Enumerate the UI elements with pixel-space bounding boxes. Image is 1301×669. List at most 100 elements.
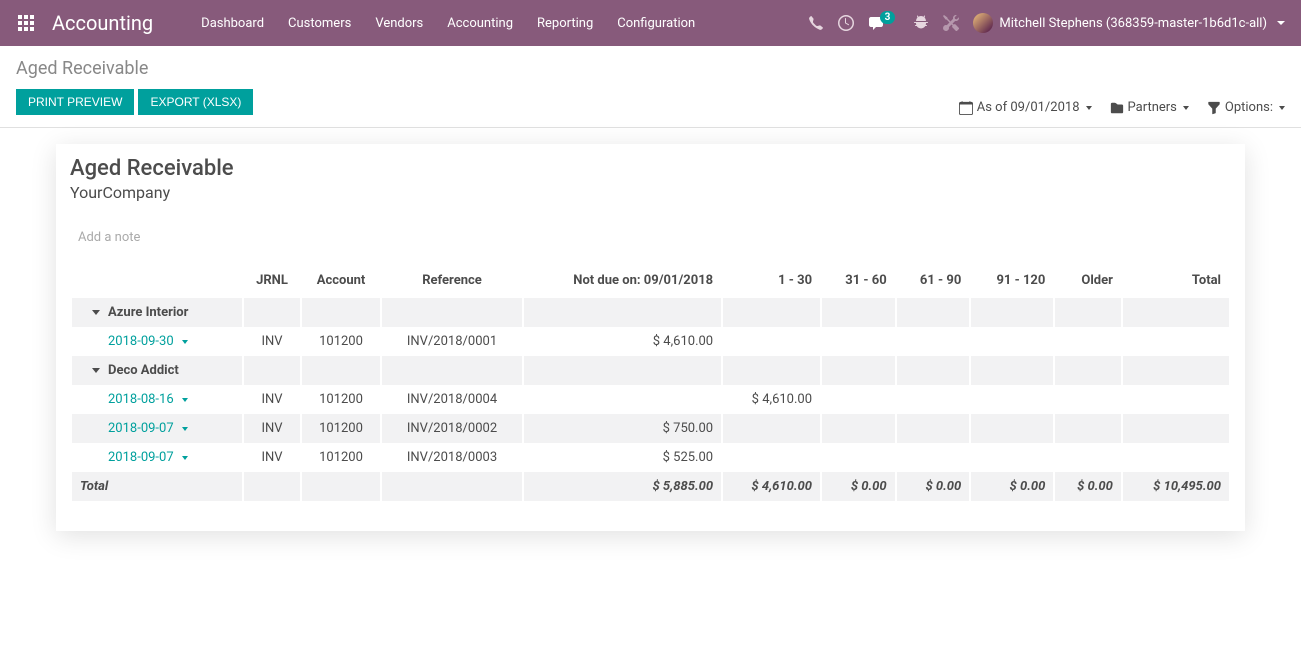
- cell-not-due: $ 750.00: [524, 414, 721, 443]
- navbar: Accounting Dashboard Customers Vendors A…: [0, 0, 1301, 46]
- partner-row[interactable]: Deco Addict: [72, 356, 1229, 385]
- caret-down-icon: [1277, 21, 1285, 25]
- caret-down-icon: [182, 427, 188, 431]
- total-label: Total: [72, 472, 242, 501]
- calendar-icon: [959, 101, 973, 115]
- cell-jrnl: INV: [244, 385, 300, 414]
- date-link[interactable]: 2018-09-07: [108, 421, 174, 436]
- nav-configuration[interactable]: Configuration: [605, 4, 707, 43]
- app-brand[interactable]: Accounting: [44, 11, 169, 35]
- filter-date[interactable]: As of 09/01/2018: [959, 100, 1092, 115]
- cell-reference: INV/2018/0001: [382, 327, 522, 356]
- table-row: 2018-09-07 INV 101200 INV/2018/0003 $ 52…: [72, 443, 1229, 472]
- cell-91-120: [971, 327, 1053, 356]
- cell-total: [1123, 327, 1229, 356]
- report-card: Aged Receivable YourCompany Add a note J…: [56, 144, 1245, 531]
- date-link[interactable]: 2018-09-07: [108, 450, 174, 465]
- print-preview-button[interactable]: PRINT PREVIEW: [16, 89, 134, 115]
- cell-61-90: [897, 414, 970, 443]
- caret-down-icon: [1279, 106, 1285, 110]
- cell-not-due: $ 525.00: [524, 443, 721, 472]
- nav-dashboard[interactable]: Dashboard: [189, 4, 276, 43]
- cell-61-90: [897, 385, 970, 414]
- th-name: [72, 263, 242, 298]
- cell-31-60: [822, 443, 895, 472]
- cell-account: 101200: [302, 385, 380, 414]
- cell-not-due: [524, 385, 721, 414]
- total-61-90: $ 0.00: [897, 472, 970, 501]
- filter-options[interactable]: Options:: [1207, 100, 1285, 115]
- cell-31-60: [822, 327, 895, 356]
- cell-1-30: [723, 443, 820, 472]
- cell-reference: INV/2018/0003: [382, 443, 522, 472]
- cell-1-30: [723, 327, 820, 356]
- bug-icon[interactable]: [913, 15, 929, 31]
- nav-menu: Dashboard Customers Vendors Accounting R…: [189, 4, 808, 43]
- table-row: 2018-09-07 INV 101200 INV/2018/0002 $ 75…: [72, 414, 1229, 443]
- user-name: Mitchell Stephens (368359-master-1b6d1c-…: [999, 16, 1267, 31]
- cell-account: 101200: [302, 443, 380, 472]
- breadcrumb: Aged Receivable: [16, 58, 1285, 79]
- apps-icon[interactable]: [8, 15, 44, 31]
- caret-down-icon: [1086, 106, 1092, 110]
- user-menu[interactable]: Mitchell Stephens (368359-master-1b6d1c-…: [973, 13, 1285, 33]
- cell-jrnl: INV: [244, 327, 300, 356]
- clock-icon[interactable]: [838, 15, 854, 31]
- filter-partners[interactable]: Partners: [1110, 100, 1189, 115]
- export-xlsx-button[interactable]: EXPORT (XLSX): [138, 89, 253, 115]
- th-1-30: 1 - 30: [723, 263, 820, 298]
- total-total: $ 10,495.00: [1123, 472, 1229, 501]
- cell-1-30: $ 4,610.00: [723, 385, 820, 414]
- add-note-input[interactable]: Add a note: [70, 230, 1231, 245]
- total-row: Total$ 5,885.00$ 4,610.00$ 0.00$ 0.00$ 0…: [72, 472, 1229, 501]
- cell-reference: INV/2018/0002: [382, 414, 522, 443]
- messages-icon[interactable]: 3: [868, 15, 900, 31]
- cell-account: 101200: [302, 414, 380, 443]
- total-1-30: $ 4,610.00: [723, 472, 820, 501]
- th-reference: Reference: [382, 263, 522, 298]
- cell-jrnl: INV: [244, 414, 300, 443]
- avatar: [973, 13, 993, 33]
- table-row: 2018-08-16 INV 101200 INV/2018/0004 $ 4,…: [72, 385, 1229, 414]
- cell-older: [1055, 443, 1121, 472]
- th-61-90: 61 - 90: [897, 263, 970, 298]
- date-link[interactable]: 2018-08-16: [108, 392, 174, 407]
- caret-down-icon: [1183, 106, 1189, 110]
- th-total: Total: [1123, 263, 1229, 298]
- table-header-row: JRNL Account Reference Not due on: 09/01…: [72, 263, 1229, 298]
- cell-account: 101200: [302, 327, 380, 356]
- nav-customers[interactable]: Customers: [276, 4, 363, 43]
- total-31-60: $ 0.00: [822, 472, 895, 501]
- total-not-due: $ 5,885.00: [524, 472, 721, 501]
- nav-vendors[interactable]: Vendors: [363, 4, 435, 43]
- cell-older: [1055, 327, 1121, 356]
- caret-down-icon: [92, 368, 100, 373]
- report-company: YourCompany: [70, 183, 1231, 202]
- th-jrnl: JRNL: [244, 263, 300, 298]
- nav-reporting[interactable]: Reporting: [525, 4, 605, 43]
- date-link[interactable]: 2018-09-30: [108, 334, 174, 349]
- cell-31-60: [822, 385, 895, 414]
- partner-row[interactable]: Azure Interior: [72, 298, 1229, 327]
- filter-icon: [1207, 101, 1221, 115]
- nav-accounting[interactable]: Accounting: [435, 4, 525, 43]
- th-older: Older: [1055, 263, 1121, 298]
- cell-1-30: [723, 414, 820, 443]
- messages-badge: 3: [880, 11, 896, 24]
- tools-icon[interactable]: [943, 15, 959, 31]
- th-91-120: 91 - 120: [971, 263, 1053, 298]
- th-not-due: Not due on: 09/01/2018: [524, 263, 721, 298]
- cp-buttons: PRINT PREVIEW EXPORT (XLSX): [16, 89, 253, 115]
- caret-down-icon: [182, 456, 188, 460]
- caret-down-icon: [182, 340, 188, 344]
- cell-not-due: $ 4,610.00: [524, 327, 721, 356]
- phone-icon[interactable]: [808, 15, 824, 31]
- cell-61-90: [897, 443, 970, 472]
- filter-partners-label: Partners: [1128, 100, 1177, 115]
- filter-date-label: As of 09/01/2018: [977, 100, 1080, 115]
- control-panel: Aged Receivable PRINT PREVIEW EXPORT (XL…: [0, 46, 1301, 128]
- report-wrapper: Aged Receivable YourCompany Add a note J…: [0, 128, 1301, 547]
- total-older: $ 0.00: [1055, 472, 1121, 501]
- cell-older: [1055, 414, 1121, 443]
- cell-91-120: [971, 385, 1053, 414]
